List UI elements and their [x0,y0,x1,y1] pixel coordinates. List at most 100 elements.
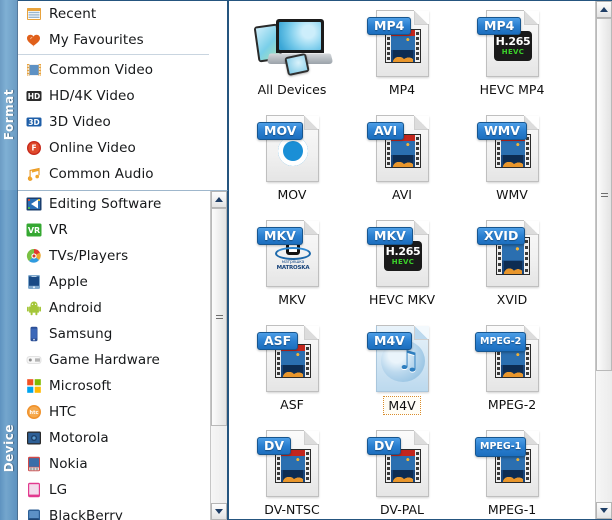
sidebar-item-microsoft[interactable]: Microsoft [18,373,209,399]
sidebar-item-htc[interactable]: htc HTC [18,399,209,425]
sidebar-item-motorola[interactable]: Motorola [18,425,209,451]
sidebar-item-label: TVs/Players [49,248,129,264]
format-row: ASF ASF ♫ M4V M4V MPEG-2 MPEG-2 [229,316,591,421]
format-category-scrollarea[interactable]: Recent My Favourites Common Video HD HD/4K V… [18,1,209,190]
sidebar-item-3d-video[interactable]: 3D 3D Video [18,109,209,135]
format-tile-label: M4V [383,396,421,415]
format-tile-mpeg-2[interactable]: MPEG-2 MPEG-2 [457,316,567,421]
format-row: All Devices MP4 MP4 H.265 HEVC MP4 HEVC MP4 [229,1,591,106]
format-badge: MKV [257,227,303,245]
svg-text:F: F [31,144,36,153]
format-grid-scrollbar[interactable] [595,1,612,519]
sidebar-item-online-video[interactable]: F Online Video [18,135,209,161]
sidebar-item-label: Android [49,300,102,316]
format-badge: DV [257,437,292,455]
device-category-scrollarea[interactable]: Editing Software VR VR TVs/Players Apple Andr… [18,191,209,520]
format-tile-asf[interactable]: ASF ASF [237,316,347,421]
format-tile-label: HEVC MP4 [479,82,545,97]
format-tile-dv-pal[interactable]: DV DV-PAL [347,421,457,519]
format-category-list: Recent My Favourites Common Video HD HD/4K V… [18,0,228,190]
svg-text:3D: 3D [28,118,39,127]
format-badge: MOV [257,122,304,140]
sidebar-scroll-up-button[interactable] [211,191,227,208]
hevc-codec-label: H.265 [385,245,421,258]
sidebar-item-my-favourites[interactable]: My Favourites [18,27,209,53]
tab-device[interactable]: Device [0,190,18,520]
page-fold-icon [524,221,539,235]
format-tile-mov[interactable]: MOV MOV [237,106,347,211]
hevc-name-label: HEVC [501,48,525,56]
format-tile-wmv[interactable]: WMV WMV [457,106,567,211]
format-tile-all-devices[interactable]: All Devices [237,1,347,106]
format-tile-icon: ♫ M4V [367,324,429,392]
format-tile-label: All Devices [257,82,327,97]
format-badge: M4V [367,332,412,350]
sidebar-item-nokia[interactable]: Nokia [18,451,209,477]
format-tile-label: DV-NTSC [264,502,320,517]
sidebar-item-label: VR [49,222,68,238]
file-sheet-icon: ASF [257,325,319,392]
format-badge: WMV [477,122,527,140]
format-tile-mpeg-1[interactable]: MPEG-1 MPEG-1 [457,421,567,519]
tab-format[interactable]: Format [0,0,18,190]
sidebar-item-hd-4k-video[interactable]: HD HD/4K Video [18,83,209,109]
page-fold-icon [414,326,429,340]
sidebar-item-common-audio[interactable]: Common Audio [18,161,209,187]
sidebar-scroll-down-button[interactable] [211,503,227,520]
sidebar-item-label: Apple [49,274,88,290]
format-tile-label: MKV [278,292,306,307]
grid-scroll-track[interactable] [596,18,612,502]
file-sheet-icon: ♫ M4V [367,325,429,392]
sidebar-item-android[interactable]: Android [18,295,209,321]
file-sheet-icon: MOV [257,115,319,182]
grid-scroll-up-button[interactable] [596,1,612,18]
flash-icon: F [26,140,42,156]
sidebar-item-game-hardware[interactable]: Game Hardware [18,347,209,373]
nokia-icon [26,456,42,472]
format-tile-xvid[interactable]: XVID XVID [457,211,567,316]
page-fold-icon [524,326,539,340]
format-tile-mkv[interactable]: матрёшка MATROSKA MKV MKV [237,211,347,316]
format-tile-avi[interactable]: AVI AVI [347,106,457,211]
format-tile-hevc-mkv[interactable]: H.265 HEVC MKV HEVC MKV [347,211,457,316]
format-badge: DV [367,437,402,455]
grid-scroll-thumb[interactable] [596,18,612,371]
sidebar-item-recent[interactable]: Recent [18,1,209,27]
format-tile-mp4[interactable]: MP4 MP4 [347,1,457,106]
hevc-codec-label: H.265 [495,35,531,48]
format-tile-m4v[interactable]: ♫ M4V M4V [347,316,457,421]
format-row: MOV MOV AVI AVI WMV WMV [229,106,591,211]
sidebar-item-blackberry[interactable]: BlackBerry [18,503,209,520]
page-fold-icon [414,221,429,235]
matroska-latin-label: MATROSKA [276,265,310,271]
category-sidebar: Recent My Favourites Common Video HD HD/4K V… [18,0,228,520]
grid-scroll-down-button[interactable] [596,502,612,519]
file-sheet-icon: MP4 [367,10,429,77]
quicktime-logo-icon [278,136,308,166]
format-badge: AVI [367,122,405,140]
sidebar-item-editing-software[interactable]: Editing Software [18,191,209,217]
format-tile-hevc-mp4[interactable]: H.265 HEVC MP4 HEVC MP4 [457,1,567,106]
category-tabstrip: Format Device [0,0,18,520]
sidebar-item-lg[interactable]: LG [18,477,209,503]
format-row: DV DV-NTSC DV DV-PAL MPEG-1 MPEG-1 [229,421,591,519]
sidebar-scroll-track[interactable] [211,208,227,503]
format-tile-label: HEVC MKV [368,292,436,307]
sidebar-item-common-video[interactable]: Common Video [18,57,209,83]
sidebar-item-apple[interactable]: Apple [18,269,209,295]
sidebar-scrollbar[interactable] [210,191,227,520]
lg-icon [26,482,42,498]
format-badge: ASF [257,332,299,350]
format-tile-icon: ASF [257,324,319,392]
sidebar-item-samsung[interactable]: Samsung [18,321,209,347]
triangle-up-icon [215,197,223,202]
format-tile-icon: DV [257,429,319,497]
sidebar-item-vr[interactable]: VR VR [18,217,209,243]
format-tile-dv-ntsc[interactable]: DV DV-NTSC [237,421,347,519]
format-grid: All Devices MP4 MP4 H.265 HEVC MP4 HEVC MP4 MOV… [229,1,591,519]
format-tile-icon: WMV [477,114,539,182]
htc-icon: htc [26,404,42,420]
sidebar-scroll-thumb[interactable] [211,208,227,426]
page-fold-icon [304,326,319,340]
sidebar-item-tvs-players[interactable]: TVs/Players [18,243,209,269]
